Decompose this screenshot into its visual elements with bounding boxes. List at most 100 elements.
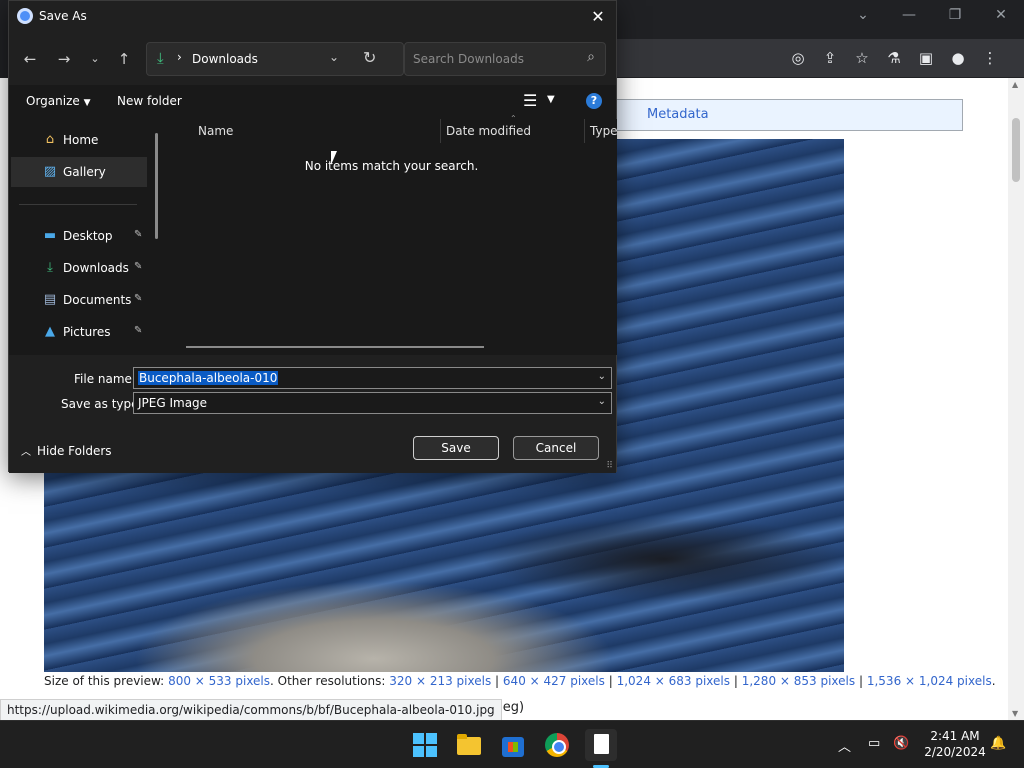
desktop-icon: ▬ — [43, 228, 57, 243]
view-options-icon[interactable]: ☰ — [523, 91, 537, 110]
chrome-icon[interactable] — [541, 729, 573, 761]
back-arrow-icon[interactable]: ← — [18, 47, 42, 71]
file-name-dropdown-chevron-icon[interactable]: ⌄ — [598, 371, 606, 382]
column-header-date-modified[interactable]: Date modified — [446, 119, 531, 143]
nav-item-downloads[interactable]: ⤓ Downloads ✎ — [11, 253, 147, 283]
search-icon[interactable]: ⌕ — [587, 49, 595, 65]
profile-icon[interactable]: ● — [946, 46, 970, 70]
preview-size-link[interactable]: 800 × 533 pixels — [168, 674, 270, 688]
search-box[interactable]: ⌕ — [404, 42, 606, 76]
documents-icon: ▤ — [43, 292, 57, 307]
address-bar[interactable]: ⤓ › Downloads ⌄ ↻ — [146, 42, 404, 76]
status-bar-url: https://upload.wikimedia.org/wikipedia/c… — [0, 699, 502, 721]
pictures-icon: ▲ — [45, 324, 55, 339]
resolution-link-1280[interactable]: 1,280 × 853 pixels — [742, 674, 855, 688]
file-name-input[interactable]: Bucephala-albeola-010 — [138, 371, 279, 385]
breadcrumb-separator: › — [177, 50, 182, 64]
nav-item-desktop[interactable]: ▬ Desktop ✎ — [11, 221, 147, 251]
close-icon[interactable]: ✕ — [978, 3, 1024, 27]
search-input[interactable] — [405, 43, 575, 75]
organize-button[interactable]: Organize ▼ — [26, 94, 91, 108]
hide-folders-button[interactable]: ︿ Hide Folders — [21, 443, 112, 458]
download-icon: ⤓ — [157, 49, 164, 67]
network-icon[interactable]: ▭ — [868, 736, 880, 751]
resolution-link-320[interactable]: 320 × 213 pixels — [389, 674, 491, 688]
nav-item-documents[interactable]: ▤ Documents ✎ — [11, 285, 147, 315]
column-header-name[interactable]: Name — [198, 119, 233, 143]
pin-icon[interactable]: ✎ — [134, 325, 142, 336]
download-icon: ⤓ — [47, 260, 53, 275]
mouse-cursor — [331, 151, 337, 165]
metadata-tab-label[interactable]: Metadata — [617, 100, 962, 130]
nav-item-pictures[interactable]: ▲ Pictures ✎ — [11, 317, 147, 347]
resize-grip-icon[interactable]: ⠿ — [606, 461, 613, 471]
share-icon[interactable]: ⇪ — [818, 46, 842, 70]
new-folder-button[interactable]: New folder — [117, 94, 182, 108]
nav-divider — [19, 204, 137, 205]
notifications-icon[interactable]: 🔔 — [990, 736, 1006, 751]
save-as-dialog: Save As ✕ ← → ⌄ ↑ ⤓ › Downloads ⌄ ↻ ⌕ Or… — [8, 0, 618, 473]
file-name-field[interactable]: Bucephala-albeola-010 ⌄ — [133, 367, 612, 389]
extension-icon[interactable]: ⚗ — [882, 46, 906, 70]
file-list: Name ⌃ Date modified Type No items match… — [166, 114, 618, 355]
resolution-link-1536[interactable]: 1,536 × 1,024 pixels — [867, 674, 992, 688]
save-as-type-label: Save as type: — [61, 397, 143, 411]
scroll-up-icon[interactable]: ▲ — [1012, 80, 1018, 89]
column-separator[interactable] — [584, 119, 585, 143]
pin-icon[interactable]: ✎ — [134, 229, 142, 240]
dialog-title: Save As — [39, 9, 87, 23]
command-bar: Organize ▼ New folder ☰ ▼ ? — [9, 85, 616, 119]
resolution-link-640[interactable]: 640 × 427 pixels — [503, 674, 605, 688]
volume-muted-icon[interactable]: 🔇 — [893, 736, 909, 751]
more-icon[interactable]: ⋮ — [978, 46, 1002, 70]
page-scrollbar[interactable]: ▲ ▼ — [1008, 78, 1024, 720]
chevron-down-icon[interactable]: ⌄ — [840, 3, 886, 27]
system-clock[interactable]: 2:41 AM 2/20/2024 — [920, 728, 990, 760]
nav-item-home[interactable]: ⌂ Home — [11, 125, 147, 155]
preview-size-caption: Size of this preview: 800 × 533 pixels. … — [44, 674, 996, 688]
cancel-button[interactable]: Cancel — [513, 436, 599, 460]
save-as-type-select[interactable]: JPEG Image ⌄ — [133, 392, 612, 414]
pin-icon[interactable]: ✎ — [134, 261, 142, 272]
dialog-titlebar[interactable]: Save As ✕ — [9, 1, 616, 33]
view-dropdown-chevron-icon[interactable]: ▼ — [547, 94, 555, 105]
nav-item-gallery[interactable]: ▨ Gallery — [11, 157, 147, 187]
eye-off-icon[interactable]: ◎ — [786, 46, 810, 70]
restore-icon[interactable]: ❐ — [932, 3, 978, 27]
microsoft-store-icon[interactable] — [497, 729, 529, 761]
forward-arrow-icon[interactable]: → — [52, 47, 76, 71]
show-hidden-icons-chevron-icon[interactable]: ︿ — [838, 736, 851, 755]
address-dropdown-chevron-icon[interactable]: ⌄ — [329, 50, 339, 64]
chrome-app-icon — [17, 8, 33, 24]
column-separator[interactable] — [440, 119, 441, 143]
help-icon[interactable]: ? — [586, 93, 602, 109]
windows-logo-icon — [413, 733, 424, 744]
file-explorer-icon[interactable] — [453, 729, 485, 761]
gallery-icon: ▨ — [43, 164, 57, 179]
nav-pane-scrollbar[interactable] — [155, 133, 158, 239]
notepad-icon[interactable] — [585, 729, 617, 768]
resolution-link-1024[interactable]: 1,024 × 683 pixels — [617, 674, 730, 688]
save-button[interactable]: Save — [413, 436, 499, 460]
minimize-icon[interactable]: — — [886, 3, 932, 27]
file-list-horizontal-scrollbar[interactable] — [186, 346, 484, 348]
column-header-type[interactable]: Type — [590, 119, 618, 143]
breadcrumb-downloads[interactable]: Downloads — [192, 52, 258, 66]
close-icon[interactable]: ✕ — [586, 5, 610, 29]
up-arrow-icon[interactable]: ↑ — [112, 47, 136, 71]
save-options-panel: File name: Bucephala-albeola-010 ⌄ Save … — [9, 355, 616, 473]
metadata-tab[interactable]: Metadata — [616, 99, 963, 131]
scroll-down-icon[interactable]: ▼ — [1012, 709, 1018, 718]
recent-locations-chevron-icon[interactable]: ⌄ — [83, 47, 107, 71]
file-name-label: File name: — [74, 372, 136, 386]
pin-icon[interactable]: ✎ — [134, 293, 142, 304]
refresh-icon[interactable]: ↻ — [363, 48, 376, 67]
clock-time: 2:41 AM — [930, 729, 980, 743]
chevron-down-icon: ▼ — [83, 98, 91, 108]
star-icon[interactable]: ☆ — [850, 46, 874, 70]
save-as-type-dropdown-chevron-icon[interactable]: ⌄ — [598, 396, 606, 407]
chevron-up-icon: ︿ — [21, 447, 31, 458]
scroll-thumb[interactable] — [1012, 118, 1020, 182]
side-panel-icon[interactable]: ▣ — [914, 46, 938, 70]
start-button[interactable] — [409, 729, 441, 761]
